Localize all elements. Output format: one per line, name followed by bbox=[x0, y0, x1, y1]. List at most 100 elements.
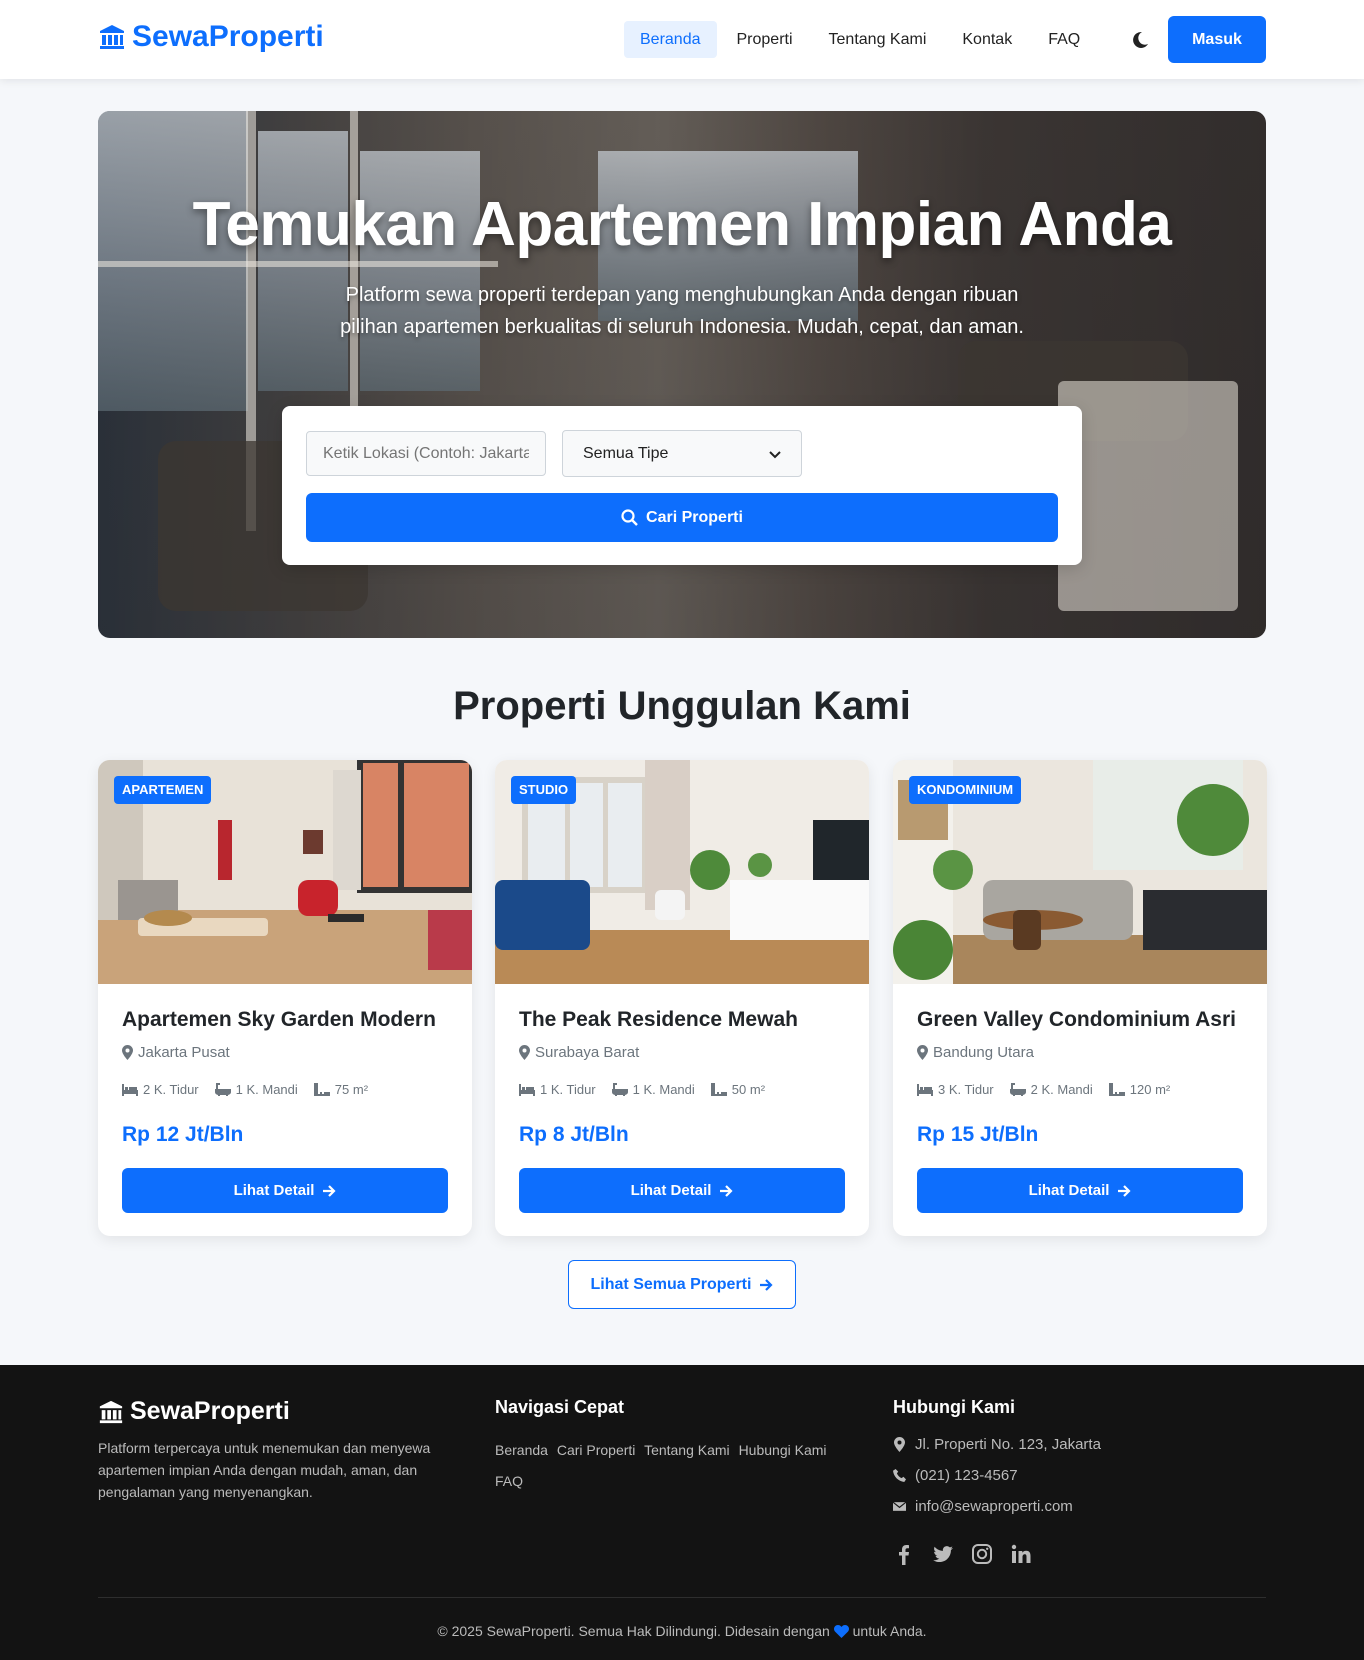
ruler-icon bbox=[313, 1083, 330, 1096]
view-detail-label: Lihat Detail bbox=[1028, 1182, 1110, 1199]
see-all-properties-button[interactable]: Lihat Semua Properti bbox=[568, 1260, 796, 1309]
property-location-text: Bandung Utara bbox=[933, 1044, 1034, 1061]
area-size: 120 m² bbox=[1129, 1082, 1171, 1097]
landmark-icon bbox=[100, 25, 124, 49]
search-icon bbox=[621, 509, 638, 526]
ruler-icon bbox=[710, 1083, 727, 1096]
property-type-select[interactable]: Semua Tipe bbox=[562, 430, 802, 477]
bathroom-spec: 1 K. Mandi bbox=[214, 1082, 298, 1097]
property-price: Rp 15 Jt/Bln bbox=[917, 1123, 1039, 1146]
hero-chair bbox=[1058, 381, 1238, 611]
main-nav: Beranda Properti Tentang Kami Kontak FAQ bbox=[624, 21, 1100, 58]
view-detail-button[interactable]: Lihat Detail bbox=[519, 1168, 845, 1213]
footer-email[interactable]: info@sewaproperti.com bbox=[893, 1498, 1073, 1515]
search-button-label: Cari Properti bbox=[646, 508, 743, 526]
social-links bbox=[893, 1543, 1032, 1565]
property-price: Rp 8 Jt/Bln bbox=[519, 1123, 629, 1146]
view-detail-button[interactable]: Lihat Detail bbox=[122, 1168, 448, 1213]
property-card[interactable]: APARTEMEN Apartemen Sky Garden Modern Ja… bbox=[98, 760, 472, 1236]
footer-link-faq[interactable]: FAQ bbox=[495, 1473, 523, 1489]
nav-link-tentang-kami[interactable]: Tentang Kami bbox=[813, 21, 943, 58]
linkedin-icon[interactable] bbox=[1010, 1543, 1032, 1565]
property-price: Rp 12 Jt/Bln bbox=[122, 1123, 244, 1146]
property-type-badge: APARTEMEN bbox=[114, 776, 212, 804]
bed-icon bbox=[519, 1084, 535, 1096]
bath-icon bbox=[1009, 1083, 1026, 1096]
property-card[interactable]: STUDIO The Peak Residence Mewah Surabaya… bbox=[495, 760, 869, 1236]
search-card: Semua Tipe Cari Properti bbox=[282, 406, 1082, 565]
property-specs: 3 K. Tidur 2 K. Mandi 120 m² bbox=[917, 1082, 1170, 1097]
bathroom-count: 2 K. Mandi bbox=[1030, 1082, 1093, 1097]
area-spec: 75 m² bbox=[313, 1082, 368, 1097]
property-type-badge: STUDIO bbox=[511, 776, 577, 804]
property-specs: 1 K. Tidur 1 K. Mandi 50 m² bbox=[519, 1082, 765, 1097]
envelope-icon bbox=[893, 1501, 906, 1511]
nav-link-faq[interactable]: FAQ bbox=[1032, 21, 1096, 58]
footer-address-text: Jl. Properti No. 123, Jakarta bbox=[915, 1436, 1101, 1453]
brand-name: SewaProperti bbox=[132, 20, 324, 53]
theme-toggle-button[interactable] bbox=[1130, 28, 1152, 50]
footer-divider bbox=[98, 1597, 1266, 1598]
property-location: Bandung Utara bbox=[917, 1044, 1034, 1061]
bath-icon bbox=[214, 1083, 231, 1096]
nav-link-kontak[interactable]: Kontak bbox=[946, 21, 1028, 58]
footer-nav-links: Beranda Cari Properti Tentang Kami Hubun… bbox=[495, 1435, 855, 1497]
footer-phone[interactable]: (021) 123-4567 bbox=[893, 1467, 1018, 1484]
bedroom-count: 2 K. Tidur bbox=[143, 1082, 199, 1097]
bedroom-spec: 1 K. Tidur bbox=[519, 1082, 596, 1097]
location-search-input[interactable] bbox=[306, 431, 546, 476]
login-button[interactable]: Masuk bbox=[1168, 16, 1266, 63]
property-specs: 2 K. Tidur 1 K. Mandi 75 m² bbox=[122, 1082, 368, 1097]
map-pin-icon bbox=[122, 1045, 133, 1060]
navbar: SewaProperti Beranda Properti Tentang Ka… bbox=[0, 0, 1364, 79]
footer-link-hubungi-kami[interactable]: Hubungi Kami bbox=[739, 1442, 827, 1458]
footer-link-tentang-kami[interactable]: Tentang Kami bbox=[644, 1442, 730, 1458]
heart-icon bbox=[833, 1625, 849, 1638]
nav-link-properti[interactable]: Properti bbox=[721, 21, 809, 58]
view-detail-label: Lihat Detail bbox=[630, 1182, 712, 1199]
copyright: © 2025 SewaProperti. Semua Hak Dilindung… bbox=[0, 1623, 1364, 1639]
property-title[interactable]: Green Valley Condominium Asri bbox=[917, 1008, 1236, 1032]
footer-link-beranda[interactable]: Beranda bbox=[495, 1442, 548, 1458]
bath-icon bbox=[611, 1083, 628, 1096]
map-pin-icon bbox=[894, 1437, 905, 1452]
footer-brand-name: SewaProperti bbox=[130, 1397, 290, 1425]
footer-link-cari-properti[interactable]: Cari Properti bbox=[557, 1442, 636, 1458]
property-image[interactable]: STUDIO bbox=[495, 760, 869, 984]
featured-title: Properti Unggulan Kami bbox=[453, 684, 911, 728]
facebook-icon[interactable] bbox=[893, 1543, 915, 1565]
map-pin-icon bbox=[917, 1045, 928, 1060]
moon-icon bbox=[1133, 31, 1148, 48]
twitter-icon[interactable] bbox=[932, 1543, 954, 1565]
arrow-right-icon bbox=[720, 1184, 733, 1197]
hero-section: Temukan Apartemen Impian Anda Platform s… bbox=[98, 111, 1266, 638]
footer-brand[interactable]: SewaProperti bbox=[98, 1397, 290, 1426]
area-spec: 50 m² bbox=[710, 1082, 766, 1097]
view-detail-button[interactable]: Lihat Detail bbox=[917, 1168, 1243, 1213]
property-title[interactable]: Apartemen Sky Garden Modern bbox=[122, 1008, 436, 1032]
property-type-value: Semua Tipe bbox=[583, 444, 669, 462]
bedroom-count: 1 K. Tidur bbox=[540, 1082, 596, 1097]
property-image[interactable]: APARTEMEN bbox=[98, 760, 472, 984]
ruler-icon bbox=[1108, 1083, 1125, 1096]
landmark-icon bbox=[99, 1400, 123, 1423]
chevron-down-icon bbox=[769, 450, 781, 458]
property-location: Surabaya Barat bbox=[519, 1044, 639, 1061]
brand-logo[interactable]: SewaProperti bbox=[98, 20, 324, 54]
search-property-button[interactable]: Cari Properti bbox=[306, 493, 1058, 542]
footer-address: Jl. Properti No. 123, Jakarta bbox=[893, 1436, 1101, 1453]
area-size: 50 m² bbox=[731, 1082, 766, 1097]
property-title[interactable]: The Peak Residence Mewah bbox=[519, 1008, 798, 1032]
bathroom-spec: 2 K. Mandi bbox=[1009, 1082, 1093, 1097]
bed-icon bbox=[917, 1084, 933, 1096]
nav-link-beranda[interactable]: Beranda bbox=[624, 21, 717, 58]
hero-window-frame bbox=[98, 261, 498, 267]
arrow-right-icon bbox=[760, 1278, 774, 1291]
bathroom-count: 1 K. Mandi bbox=[235, 1082, 298, 1097]
instagram-icon[interactable] bbox=[971, 1543, 993, 1565]
bedroom-spec: 2 K. Tidur bbox=[122, 1082, 199, 1097]
bedroom-spec: 3 K. Tidur bbox=[917, 1082, 994, 1097]
property-type-badge: KONDOMINIUM bbox=[909, 776, 1022, 804]
property-card[interactable]: KONDOMINIUM Green Valley Condominium Asr… bbox=[893, 760, 1267, 1236]
property-image[interactable]: KONDOMINIUM bbox=[893, 760, 1267, 984]
